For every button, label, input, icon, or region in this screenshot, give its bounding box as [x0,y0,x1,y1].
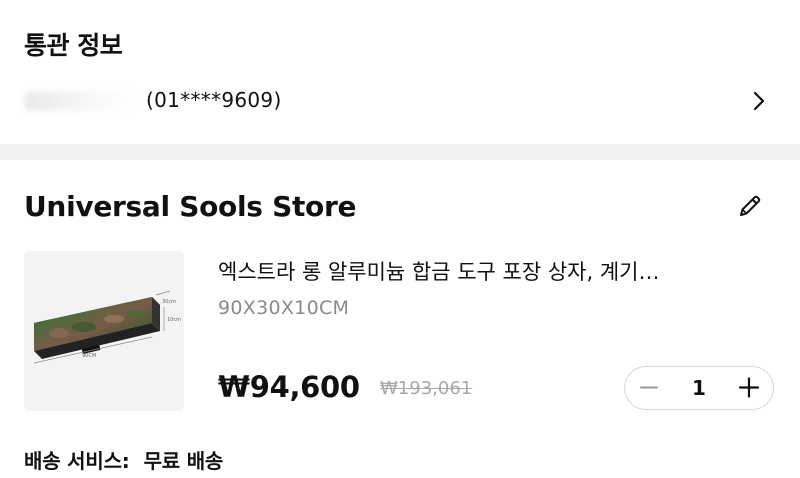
customs-id-value: (01****9609) [146,88,282,112]
product-option: 90X30X10CM [218,297,350,319]
tool-case-illustration: 90CM 30cm 10cm [33,290,181,364]
store-section: Universal Sools Store 90CM 30cm 10cm 엑스트… [0,160,800,478]
shipping-service: 배송 서비스: 무료 배송 [24,445,223,474]
dim-length-label: 90CM [82,353,96,359]
customs-info-row[interactable]: (01****9609) [0,78,800,124]
current-price: ₩94,600 [218,370,360,404]
quantity-stepper: 1 [624,366,774,410]
customs-info-section: 통관 정보 (01****9609) [0,0,800,144]
minus-icon[interactable] [627,367,671,408]
chevron-right-icon [753,91,765,111]
original-price: ₩193,061 [380,378,473,399]
dim-width-label: 30cm [162,299,176,305]
quantity-value[interactable]: 1 [675,376,723,400]
section-divider [0,144,800,160]
shipping-value: 무료 배송 [143,449,224,473]
product-title[interactable]: 엑스트라 롱 알루미늄 합금 도구 포장 상자, 계기… [218,256,766,286]
store-name: Universal Sools Store [24,190,357,223]
checkout-page: 통관 정보 (01****9609) Universal Sools Store [0,0,800,478]
pencil-edit-icon[interactable] [736,192,764,220]
dim-depth-label: 10cm [167,317,181,323]
customs-info-title: 통관 정보 [24,31,123,60]
plus-icon[interactable] [727,367,771,408]
shipping-label: 배송 서비스: [24,449,130,473]
masked-name-blur [24,91,142,111]
product-image[interactable]: 90CM 30cm 10cm [24,251,184,411]
